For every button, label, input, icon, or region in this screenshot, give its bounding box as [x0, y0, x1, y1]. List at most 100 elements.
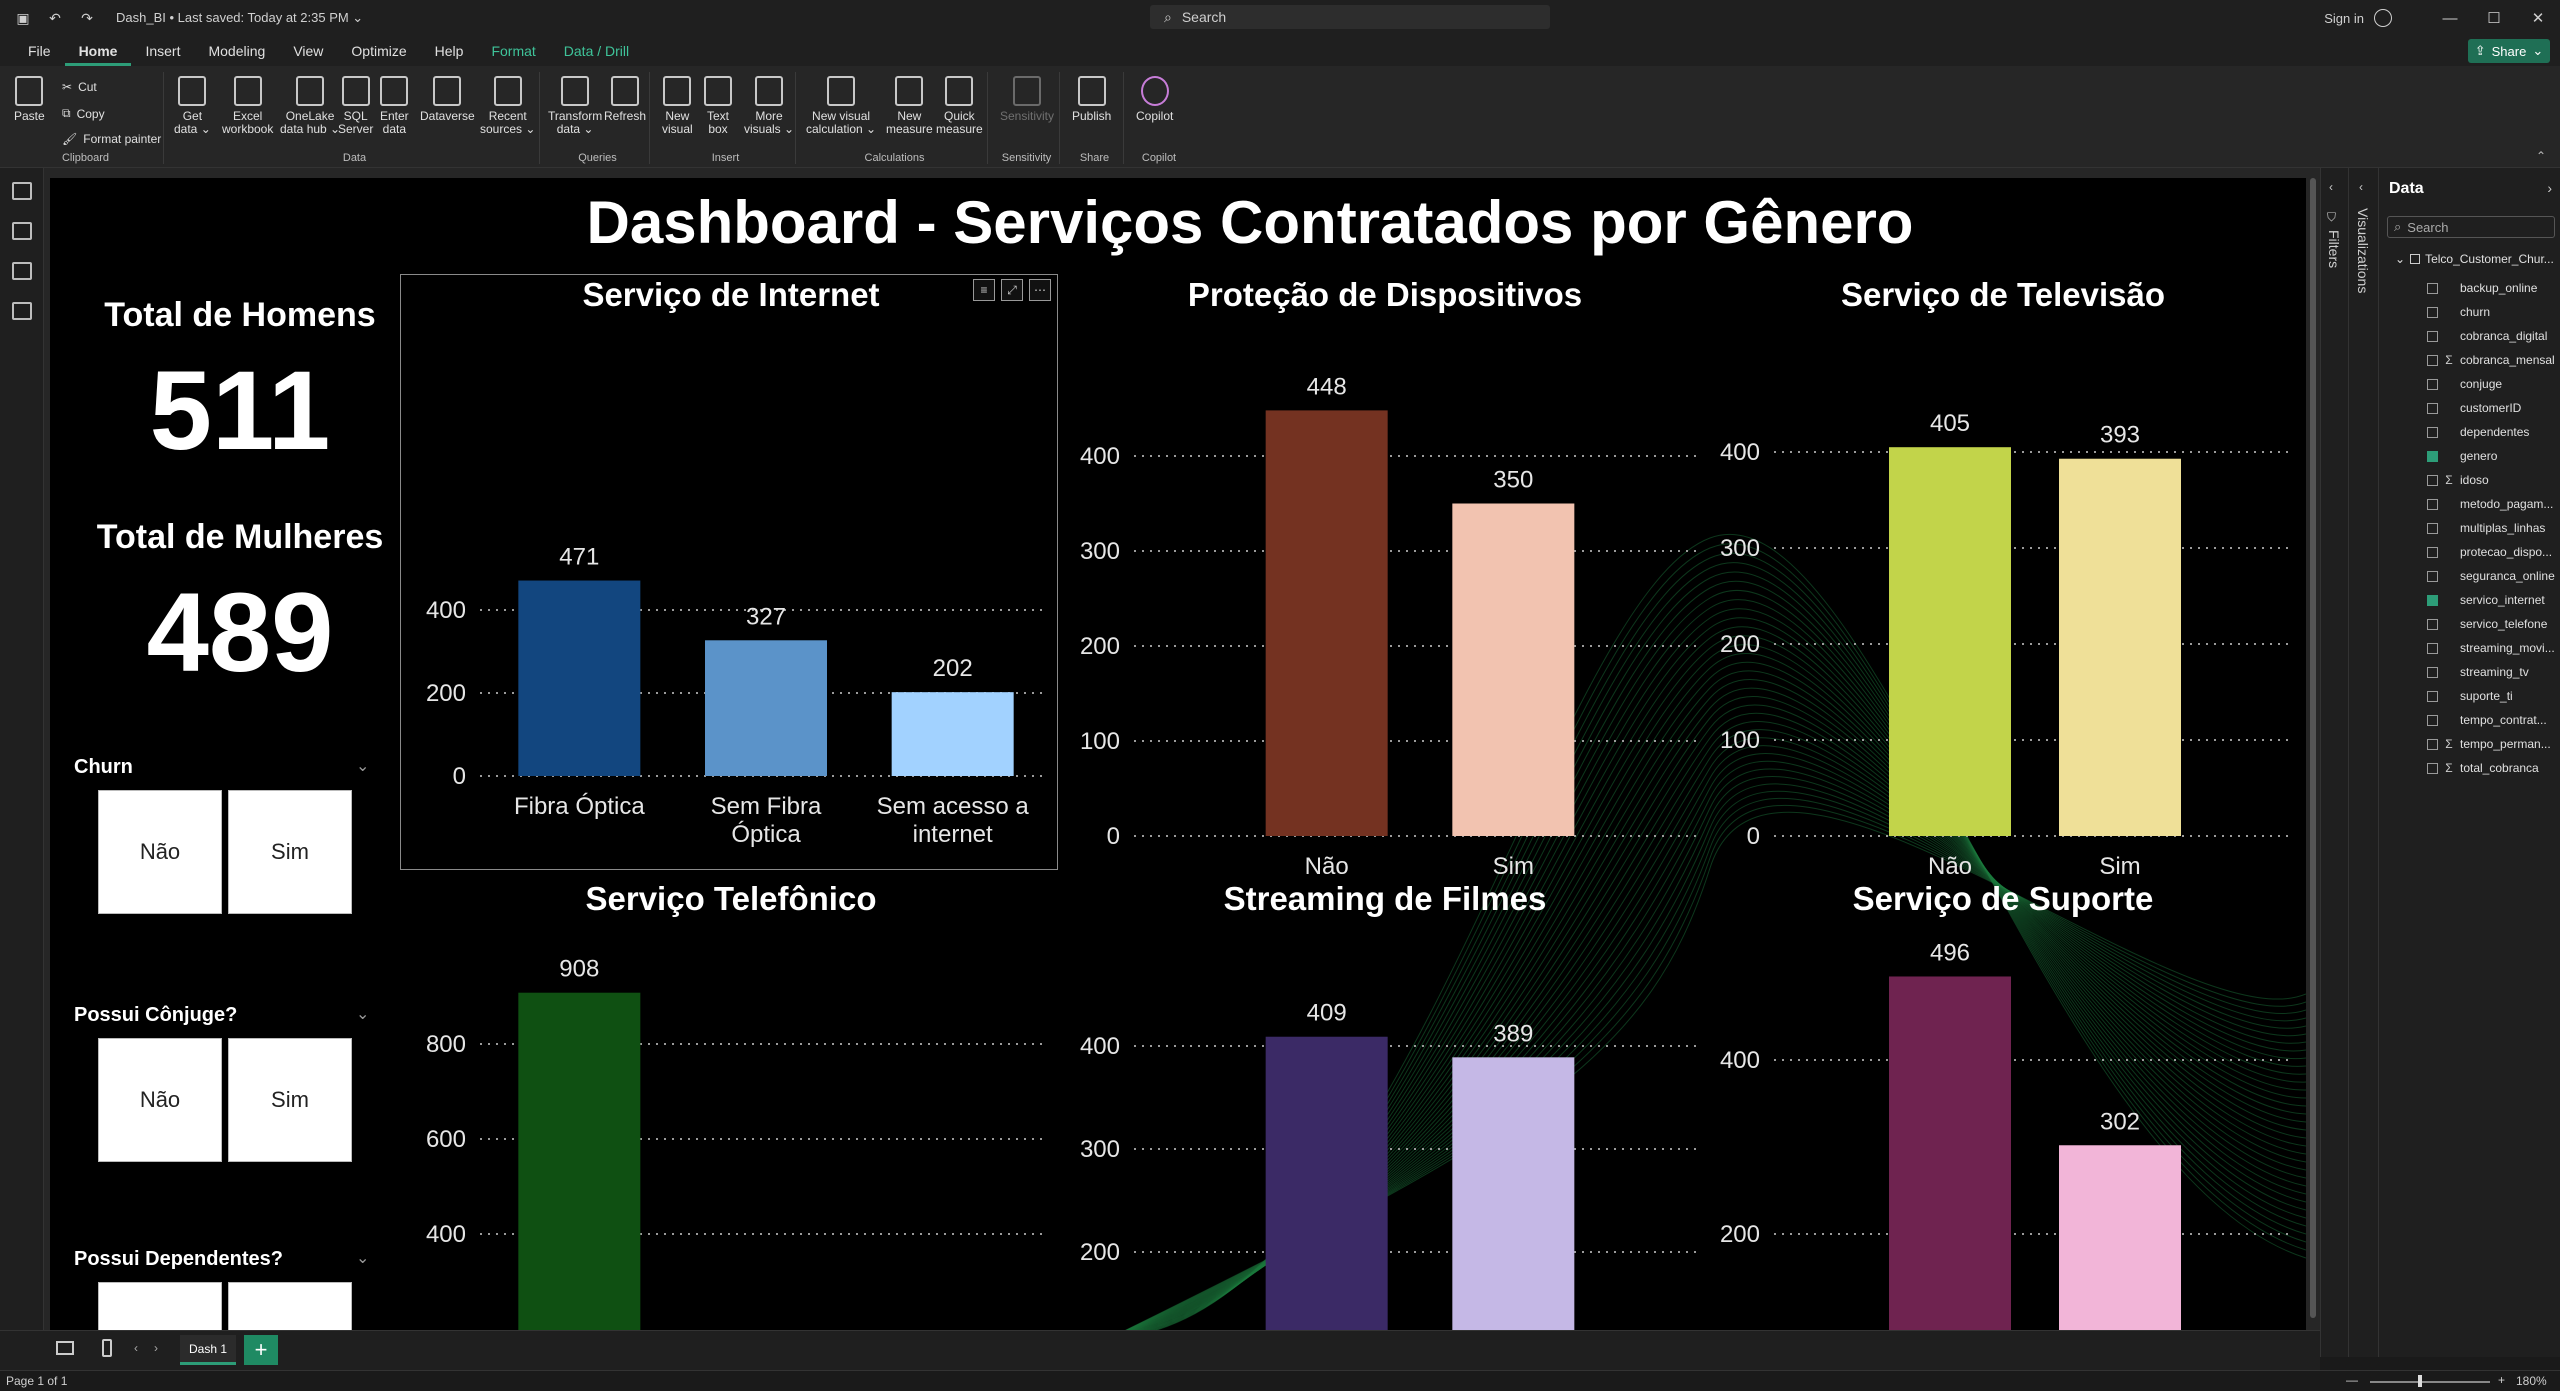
menu-home[interactable]: Home	[64, 36, 132, 66]
new-measure-button[interactable]: New measure	[886, 76, 933, 136]
bar[interactable]	[1265, 1036, 1388, 1330]
excel-workbook-button[interactable]: Excel workbook	[222, 76, 273, 136]
publish-button[interactable]: Publish	[1072, 76, 1111, 123]
minimize-icon[interactable]: —	[2428, 10, 2472, 27]
field-churn[interactable]: churn	[2427, 300, 2490, 324]
chart-1[interactable]: Proteção de Dispositivos 0 100 200 300 400 448…	[1060, 276, 1710, 880]
prev-page-icon[interactable]: ‹	[134, 1341, 138, 1355]
dax-query-view-icon[interactable]	[12, 302, 32, 320]
field-metodo-pagam-[interactable]: metodo_pagam...	[2427, 492, 2553, 516]
zoom-slider-thumb[interactable]	[2418, 1375, 2422, 1387]
field-customerid[interactable]: customerID	[2427, 396, 2521, 420]
field-checkbox[interactable]	[2427, 426, 2438, 438]
page-tab-dash1[interactable]: Dash 1	[180, 1335, 236, 1365]
field-suporte-ti[interactable]: suporte_ti	[2427, 684, 2513, 708]
visualizations-pane-collapsed[interactable]: ‹ Visualizations	[2348, 168, 2378, 1357]
field-multiplas-linhas[interactable]: multiplas_linhas	[2427, 516, 2545, 540]
sql-server-button[interactable]: SQL Server	[338, 76, 373, 136]
menu-data-drill[interactable]: Data / Drill	[550, 36, 643, 66]
paste-button[interactable]: Paste	[14, 76, 45, 123]
field-checkbox[interactable]	[2427, 690, 2438, 702]
field-servico-internet[interactable]: servico_internet	[2427, 588, 2545, 612]
slicer-conjuge-nao[interactable]: Não	[98, 1038, 222, 1162]
vertical-scrollbar[interactable]	[2310, 178, 2316, 1318]
chart-4[interactable]: Streaming de Filmes 200 300 400 409 389	[1060, 880, 1710, 1330]
chevron-down-icon[interactable]: ⌄	[2395, 252, 2405, 266]
bar[interactable]	[1889, 976, 2011, 1330]
field-checkbox[interactable]	[2427, 450, 2438, 462]
transform-data-button[interactable]: Transform data ⌄	[548, 76, 602, 136]
close-icon[interactable]: ✕	[2516, 9, 2560, 27]
onelake-button[interactable]: OneLake data hub ⌄	[280, 76, 340, 136]
field-checkbox[interactable]	[2427, 618, 2438, 630]
next-page-icon[interactable]: ›	[154, 1341, 158, 1355]
chart-3[interactable]: Serviço Telefônico 400 600 800 908	[406, 880, 1056, 1330]
menu-view[interactable]: View	[279, 36, 337, 66]
field-checkbox[interactable]	[2427, 666, 2438, 678]
field-genero[interactable]: genero	[2427, 444, 2497, 468]
chart-2[interactable]: Serviço de Televisão 0 100 200 300 400 405 Não 3…	[1700, 276, 2306, 880]
field-checkbox[interactable]	[2427, 594, 2438, 606]
share-button[interactable]: ⇪ Share ⌄	[2468, 39, 2550, 63]
field-total-cobranca[interactable]: Σtotal_cobranca	[2427, 756, 2539, 780]
format-painter-button[interactable]: 🖌 Format painter	[62, 132, 161, 146]
sign-in-link[interactable]: Sign in	[2324, 11, 2364, 26]
chart-5[interactable]: Serviço de Suporte 200 400 496 302	[1700, 880, 2306, 1330]
maximize-icon[interactable]: ☐	[2472, 9, 2516, 27]
zoom-slider[interactable]	[2370, 1381, 2490, 1383]
field-checkbox[interactable]	[2427, 402, 2438, 414]
bar[interactable]	[2059, 458, 2181, 836]
search-box[interactable]: ⌕ Search	[1150, 5, 1550, 29]
chevron-down-icon[interactable]: ⌄	[356, 1004, 369, 1024]
field-servico-telefone[interactable]: servico_telefone	[2427, 612, 2547, 636]
field-checkbox[interactable]	[2427, 282, 2438, 294]
field-checkbox[interactable]	[2427, 522, 2438, 534]
field-tempo-perman-[interactable]: Σtempo_perman...	[2427, 732, 2551, 756]
recent-sources-button[interactable]: Recent sources ⌄	[480, 76, 535, 136]
slicer-churn-nao[interactable]: Não	[98, 790, 222, 914]
field-tempo-contrat-[interactable]: tempo_contrat...	[2427, 708, 2547, 732]
refresh-button[interactable]: Refresh	[604, 76, 646, 123]
copy-button[interactable]: ⧉ Copy	[62, 106, 105, 121]
field-checkbox[interactable]	[2427, 330, 2438, 342]
field-seguranca-online[interactable]: seguranca_online	[2427, 564, 2555, 588]
menu-file[interactable]: File	[14, 36, 65, 66]
text-box-button[interactable]: Text box	[704, 76, 732, 136]
more-visuals-button[interactable]: More visuals ⌄	[744, 76, 794, 136]
menu-modeling[interactable]: Modeling	[194, 36, 279, 66]
field-streaming-movi-[interactable]: streaming_movi...	[2427, 636, 2555, 660]
report-view-icon[interactable]	[12, 182, 32, 200]
chevron-down-icon[interactable]: ⌄	[356, 756, 369, 776]
collapse-ribbon-icon[interactable]: ⌃	[2536, 149, 2546, 163]
menu-optimize[interactable]: Optimize	[337, 36, 420, 66]
zoom-out-icon[interactable]: —	[2346, 1373, 2358, 1387]
chevron-down-icon[interactable]: ⌄	[356, 1248, 369, 1268]
field-streaming-tv[interactable]: streaming_tv	[2427, 660, 2529, 684]
copilot-button[interactable]: Copilot	[1136, 76, 1173, 123]
filters-pane-collapsed[interactable]: ‹ ⛉ Filters	[2320, 168, 2348, 1357]
bar[interactable]	[518, 992, 641, 1330]
bar[interactable]	[1452, 503, 1575, 837]
add-page-button[interactable]: +	[244, 1335, 278, 1365]
field-cobranca-digital[interactable]: cobranca_digital	[2427, 324, 2547, 348]
table-node[interactable]: ⌄ Telco_Customer_Chur...	[2395, 252, 2554, 266]
bar[interactable]	[518, 580, 641, 776]
save-icon[interactable]: ▣	[14, 9, 32, 27]
redo-icon[interactable]: ↷	[78, 9, 96, 27]
field-checkbox[interactable]	[2427, 354, 2438, 366]
get-data-button[interactable]: Get data ⌄	[174, 76, 211, 136]
data-search-input[interactable]: ⌕ Search	[2387, 216, 2555, 238]
bar[interactable]	[1265, 410, 1388, 836]
bar[interactable]	[1452, 1057, 1575, 1330]
field-checkbox[interactable]	[2427, 306, 2438, 318]
model-view-icon[interactable]	[12, 262, 32, 280]
enter-data-button[interactable]: Enter data	[380, 76, 409, 136]
field-checkbox[interactable]	[2427, 762, 2438, 774]
cut-button[interactable]: ✂ Cut	[62, 80, 97, 94]
undo-icon[interactable]: ↶	[46, 9, 64, 27]
field-checkbox[interactable]	[2427, 738, 2438, 750]
field-cobranca-mensal[interactable]: Σcobranca_mensal	[2427, 348, 2555, 372]
slicer-conjuge-sim[interactable]: Sim	[228, 1038, 352, 1162]
expand-visualizations-icon[interactable]: ‹	[2359, 180, 2363, 194]
field-dependentes[interactable]: dependentes	[2427, 420, 2529, 444]
